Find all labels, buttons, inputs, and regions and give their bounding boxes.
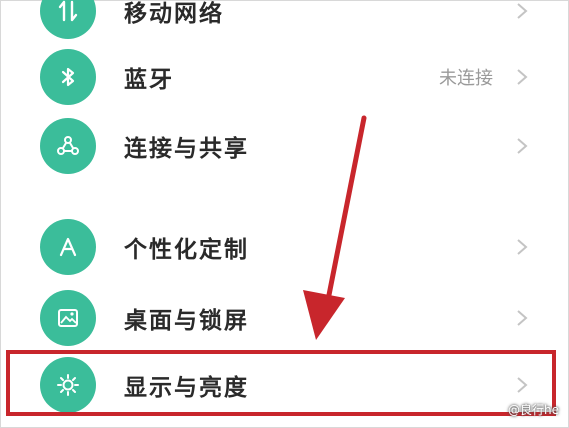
watermark-text: @良行he <box>508 403 559 417</box>
settings-item-mobile-network[interactable]: 移动网络 <box>0 0 569 44</box>
personalize-icon <box>40 219 96 275</box>
bluetooth-icon <box>40 49 96 105</box>
settings-item-label: 移动网络 <box>124 1 224 27</box>
chevron-right-icon <box>513 2 531 20</box>
settings-item-label: 蓝牙 <box>124 67 174 93</box>
chevron-right-icon <box>513 238 531 256</box>
settings-item-label: 个性化定制 <box>124 237 249 263</box>
settings-item-desktop-lockscreen[interactable]: 桌面与锁屏 <box>0 285 569 351</box>
chevron-right-icon <box>513 68 531 86</box>
mobile-data-icon <box>40 0 96 39</box>
settings-item-connection-sharing[interactable]: 连接与共享 <box>0 113 569 179</box>
settings-item-personalization[interactable]: 个性化定制 <box>0 214 569 280</box>
wallpaper-icon <box>40 290 96 346</box>
highlight-box <box>6 350 556 416</box>
share-network-icon <box>40 118 96 174</box>
settings-item-label: 桌面与锁屏 <box>124 308 249 334</box>
chevron-right-icon <box>513 309 531 327</box>
settings-item-label: 连接与共享 <box>124 136 249 162</box>
settings-item-bluetooth[interactable]: 蓝牙 未连接 <box>0 44 569 110</box>
bluetooth-status: 未连接 <box>439 68 493 89</box>
chevron-right-icon <box>513 137 531 155</box>
